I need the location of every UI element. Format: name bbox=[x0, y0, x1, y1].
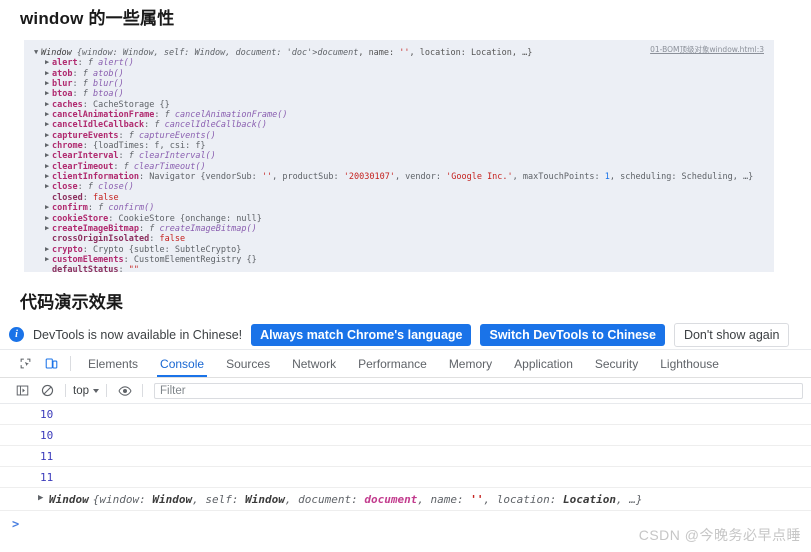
console-message-window-object[interactable]: ▶ Window {window: Window, self: Window, … bbox=[0, 488, 811, 511]
tab-performance[interactable]: Performance bbox=[347, 350, 438, 377]
inspect-element-icon[interactable] bbox=[12, 350, 38, 377]
log-entry-row: defaultStatus: "" bbox=[52, 265, 140, 272]
tab-application[interactable]: Application bbox=[503, 350, 584, 377]
tab-console[interactable]: Console bbox=[149, 350, 215, 377]
log-entry-row: closed: false bbox=[52, 192, 119, 203]
toolbar-divider-1 bbox=[65, 384, 66, 397]
log-entry-list: ▼ Window {window: Window, self: Window, d… bbox=[34, 48, 774, 272]
window-object-preview: {window: Window, self: Window, document:… bbox=[92, 492, 643, 506]
log-entry-row[interactable]: ▶ clientInformation: Navigator {vendorSub… bbox=[34, 172, 774, 182]
clear-console-icon[interactable] bbox=[35, 378, 60, 403]
tab-network[interactable]: Network bbox=[281, 350, 347, 377]
window-object-constructor: Window bbox=[49, 492, 89, 506]
console-log-code-block: 01-BOM顶级对象window.html:3 ▼ Window {window:… bbox=[24, 40, 774, 272]
toolbar-divider-3 bbox=[142, 384, 143, 397]
log-entry-row[interactable]: ▶ crypto: Crypto {subtle: SubtleCrypto} bbox=[34, 245, 774, 255]
log-entry-row[interactable]: ▶ btoa: f btoa() bbox=[34, 89, 774, 99]
execution-context-selector[interactable]: top bbox=[71, 385, 101, 397]
execution-context-label: top bbox=[73, 384, 89, 397]
info-icon: i bbox=[9, 327, 24, 342]
console-message-value: 11 bbox=[0, 446, 811, 467]
always-match-chrome-language-button[interactable]: Always match Chrome's language bbox=[251, 323, 472, 346]
tab-lighthouse[interactable]: Lighthouse bbox=[649, 350, 730, 377]
tab-sources[interactable]: Sources bbox=[215, 350, 281, 377]
toolbar-divider-2 bbox=[106, 384, 107, 397]
console-message-value: 10 bbox=[0, 425, 811, 446]
log-entry-row[interactable]: ▶ cookieStore: CookieStore {onchange: nul… bbox=[34, 214, 774, 224]
page-title-window-properties: window 的一些属性 bbox=[20, 9, 175, 28]
log-entry-row[interactable]: ▶ chrome: {loadTimes: f, csi: f} bbox=[34, 141, 774, 151]
tab-security[interactable]: Security bbox=[584, 350, 649, 377]
csdn-watermark: CSDN @今晚务必早点睡 bbox=[638, 527, 801, 543]
tab-memory[interactable]: Memory bbox=[438, 350, 503, 377]
dont-show-again-button[interactable]: Don't show again bbox=[673, 322, 790, 347]
notification-message: DevTools is now available in Chinese! bbox=[33, 327, 243, 342]
log-entry-row[interactable]: ▶ captureEvents: f captureEvents() bbox=[34, 131, 774, 141]
console-sidebar-toggle-icon[interactable] bbox=[10, 378, 35, 403]
console-settings-eye-icon[interactable] bbox=[112, 378, 137, 403]
log-entry-row[interactable]: ▶ cancelIdleCallback: f cancelIdleCallbac… bbox=[34, 120, 774, 130]
console-message-value: 11 bbox=[0, 467, 811, 488]
page-title-demo-effect: 代码演示效果 bbox=[20, 293, 124, 312]
log-entry-row[interactable]: ▶ atob: f atob() bbox=[34, 69, 774, 79]
log-entry-row[interactable]: ▶ caches: CacheStorage {} bbox=[34, 100, 774, 110]
log-entry-row[interactable]: ▶ clearInterval: f clearInterval() bbox=[34, 151, 774, 161]
log-entry-row[interactable]: ▶ createImageBitmap: f createImageBitmap(… bbox=[34, 224, 774, 234]
devtools-panel: i DevTools is now available in Chinese! … bbox=[0, 320, 811, 552]
log-entry-row: crossOriginIsolated: false bbox=[52, 234, 186, 245]
console-message-list: 10 10 11 11 ▶ Window {window: Window, se… bbox=[0, 404, 811, 537]
log-header-row[interactable]: ▼ Window {window: Window, self: Window, d… bbox=[34, 48, 774, 58]
devtools-language-notification: i DevTools is now available in Chinese! … bbox=[0, 320, 811, 350]
log-entry-row[interactable]: ▶ confirm: f confirm() bbox=[34, 203, 774, 213]
console-filter-input[interactable] bbox=[154, 382, 803, 399]
log-entry-row[interactable]: ▶ clearTimeout: f clearTimeout() bbox=[34, 162, 774, 172]
tab-bar-divider bbox=[70, 356, 71, 371]
expand-triangle-icon[interactable]: ▶ bbox=[38, 493, 49, 503]
log-entry-row[interactable]: ▶ alert: f alert() bbox=[34, 58, 774, 68]
log-entry-row[interactable]: ▶ close: f close() bbox=[34, 182, 774, 192]
toggle-device-toolbar-icon[interactable] bbox=[38, 350, 64, 377]
log-entry-row[interactable]: ▶ cancelAnimationFrame: f cancelAnimation… bbox=[34, 110, 774, 120]
log-entry-row[interactable]: ▶ blur: f blur() bbox=[34, 79, 774, 89]
console-toolbar: top bbox=[0, 378, 811, 404]
console-message-value: 10 bbox=[0, 404, 811, 425]
switch-devtools-to-chinese-button[interactable]: Switch DevTools to Chinese bbox=[480, 323, 665, 346]
tab-elements[interactable]: Elements bbox=[77, 350, 149, 377]
devtools-tab-bar: Elements Console Sources Network Perform… bbox=[0, 350, 811, 378]
chevron-down-icon bbox=[93, 388, 99, 393]
log-entry-row[interactable]: ▶ customElements: CustomElementRegistry {… bbox=[34, 255, 774, 265]
console-prompt-chevron-icon: > bbox=[12, 517, 20, 531]
